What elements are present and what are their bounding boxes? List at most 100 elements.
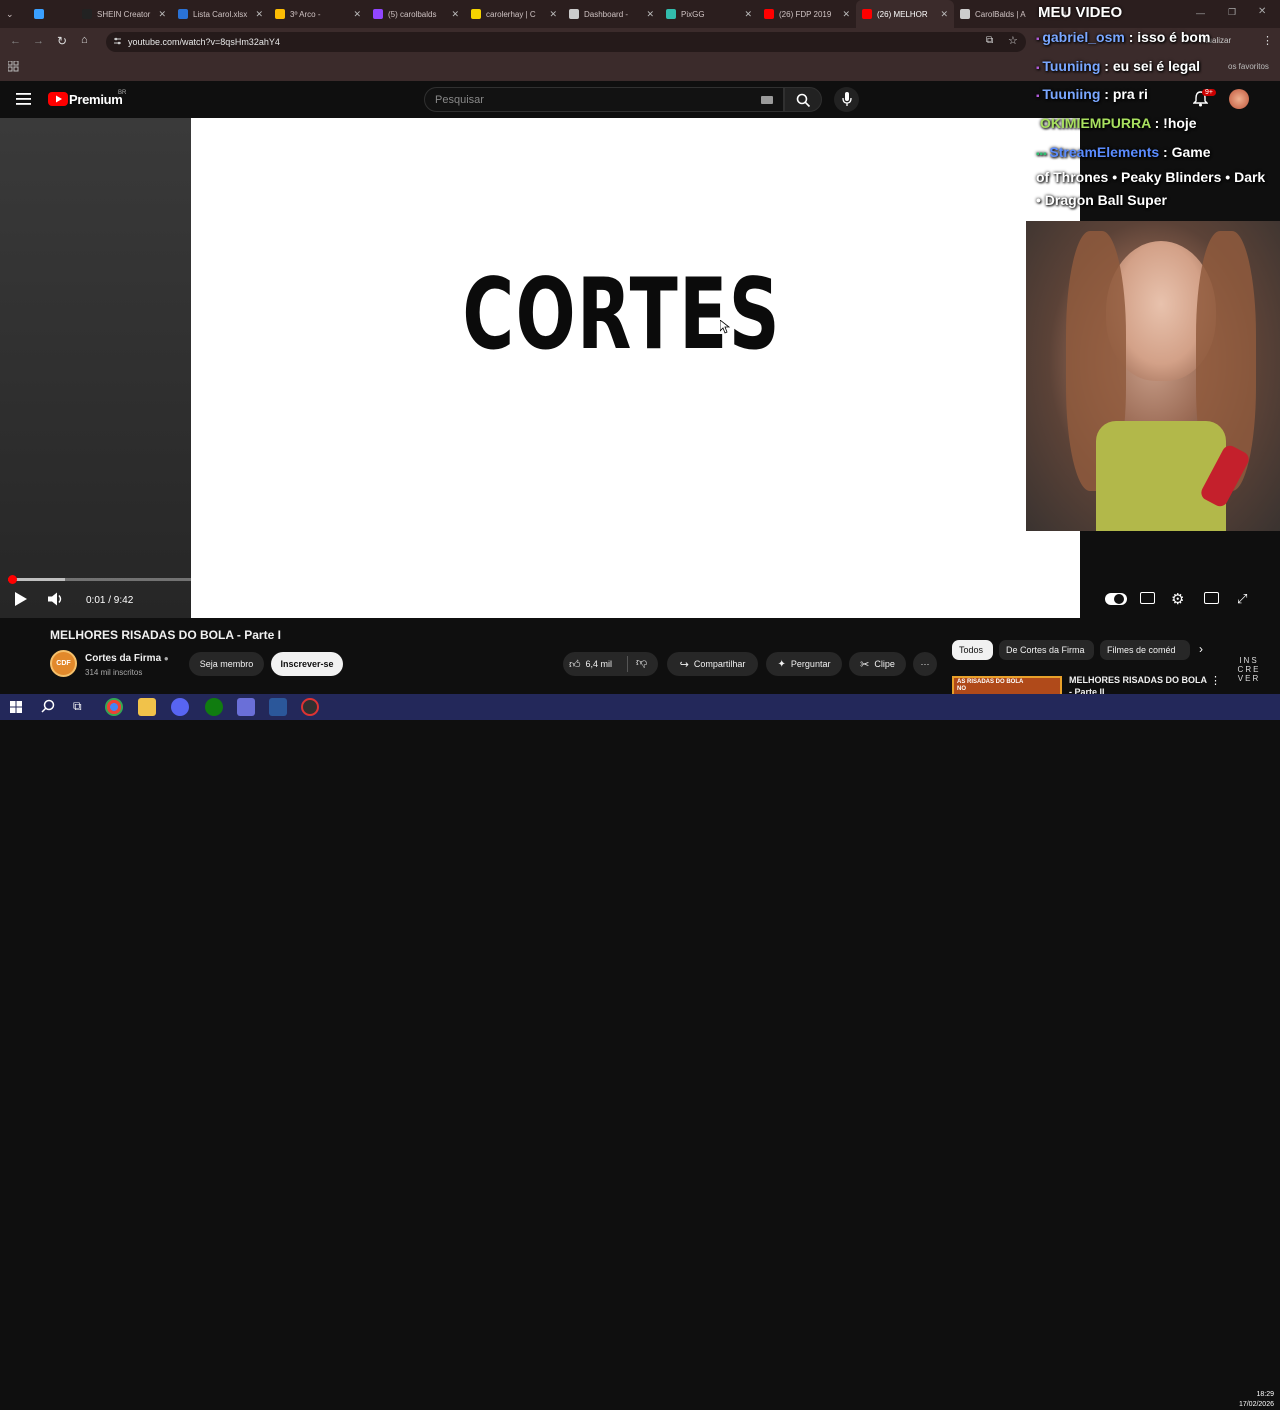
youtube-logo-icon[interactable] (48, 92, 68, 106)
file-explorer-taskbar-icon[interactable] (138, 698, 156, 716)
xbox-taskbar-icon[interactable] (205, 698, 223, 716)
site-info-icon[interactable] (113, 37, 122, 46)
ask-button[interactable]: ✦ Perguntar (766, 652, 842, 676)
related-video-thumbnail[interactable]: AS RISADAS DO BOLA NO (952, 676, 1062, 696)
minimize-button[interactable]: — (1196, 8, 1205, 18)
share-button[interactable]: ↪ Compartilhar (667, 652, 758, 676)
browser-tab[interactable]: Lista Carol.xlsx ✕ (172, 0, 269, 28)
tab-search-button[interactable]: ⌄ (0, 0, 28, 28)
discord-taskbar-icon[interactable] (171, 698, 189, 716)
tab-title: carolerhay | C (486, 9, 536, 19)
tab-close-icon[interactable]: ✕ (353, 9, 361, 20)
tab-close-icon[interactable]: ✕ (451, 9, 459, 20)
volume-icon[interactable] (48, 592, 65, 606)
tab-close-icon[interactable]: ✕ (158, 9, 166, 20)
browser-tab[interactable]: 3º Arco - ✕ (269, 0, 367, 28)
autoplay-toggle[interactable] (1105, 593, 1127, 605)
chat-message: ▪ Tuuniing : eu sei é legal (1036, 58, 1200, 74)
url-text: youtube.com/watch?v=8qsHm32ahY4 (128, 37, 280, 47)
settings-gear-icon[interactable]: ⚙ (1171, 590, 1184, 608)
home-icon[interactable]: ⌂ (81, 34, 88, 46)
chat-text: pra ri (1108, 86, 1148, 102)
tab-close-icon[interactable]: ✕ (842, 9, 850, 20)
browser-tab[interactable]: PixGG ✕ (660, 0, 758, 28)
channel-name[interactable]: Cortes da Firma ● (85, 653, 169, 664)
related-video-title[interactable]: MELHORES RISADAS DO BOLA - Parte II (1069, 674, 1209, 694)
play-button[interactable] (14, 591, 28, 607)
tab-favicon-icon (373, 9, 383, 19)
chat-text: isso é bom (1133, 29, 1211, 45)
tab-close-icon[interactable]: ✕ (549, 9, 557, 20)
apps-grid-icon[interactable] (8, 61, 19, 72)
browser-tab[interactable]: SHEIN Creator ✕ (76, 0, 172, 28)
word-taskbar-icon[interactable] (269, 698, 287, 716)
security-taskbar-icon[interactable] (237, 698, 255, 716)
maximize-button[interactable]: ❐ (1228, 7, 1236, 18)
browser-tab[interactable]: (5) carolbalds ✕ (367, 0, 465, 28)
fullscreen-icon[interactable]: ⤢ (1237, 591, 1247, 607)
reload-icon[interactable]: ↻ (57, 34, 67, 48)
tab-favicon-icon (666, 9, 676, 19)
browser-tab[interactable]: Dashboard - ✕ (563, 0, 660, 28)
clip-button[interactable]: ✂ Clipe (849, 652, 906, 676)
filter-chip[interactable]: Todos (952, 640, 993, 660)
tab-title: Lista Carol.xlsx (193, 9, 248, 19)
filter-chip[interactable]: De Cortes da Firma (999, 640, 1094, 660)
channel-avatar[interactable]: CDF (50, 650, 77, 677)
back-icon[interactable]: ← (10, 35, 21, 47)
chips-next-chevron-icon[interactable]: › (1199, 642, 1203, 656)
task-view-icon[interactable]: ⧉ (73, 699, 82, 714)
tab-close-icon[interactable]: ✕ (646, 9, 654, 20)
webcam-shirt (1096, 421, 1226, 531)
tab-close-icon[interactable]: ✕ (940, 9, 948, 20)
tab-title: (5) carolbalds (388, 9, 437, 19)
windows-start-icon[interactable] (10, 701, 22, 713)
video-frame[interactable]: CORTES (191, 118, 1080, 618)
keyboard-icon[interactable] (761, 96, 773, 104)
tab-favicon-icon (569, 9, 579, 19)
join-button[interactable]: Seja membro (189, 652, 264, 676)
subscribe-watermark[interactable]: INS CRE VER (1234, 656, 1264, 683)
like-icon[interactable]: 👍︎ (569, 658, 581, 671)
youtube-logo-label[interactable]: Premium (69, 92, 123, 107)
omnibox[interactable]: youtube.com/watch?v=8qsHm32ahY4 ⧉ ☆ (106, 32, 1026, 52)
bookmark-star-icon[interactable]: ☆ (1008, 34, 1018, 47)
tab-close-icon[interactable]: ✕ (744, 9, 752, 20)
more-actions-button[interactable]: ··· (913, 652, 937, 676)
hamburger-menu-icon[interactable] (16, 92, 32, 106)
mouse-cursor-icon (720, 320, 730, 334)
voice-search-button[interactable] (834, 87, 859, 112)
region-code: BR (118, 90, 127, 96)
browser-tab[interactable]: (26) MELHOR ✕ (856, 0, 954, 28)
taskbar-search-icon[interactable] (41, 699, 55, 713)
browser-tab[interactable]: (26) FDP 2019 ✕ (758, 0, 856, 28)
verified-icon: ● (163, 654, 169, 663)
chrome-taskbar-icon[interactable] (105, 698, 123, 716)
browser-tab[interactable]: carolerhay | C ✕ (465, 0, 563, 28)
search-button[interactable] (784, 87, 822, 112)
dislike-icon[interactable]: 👎︎ (636, 656, 647, 669)
search-placeholder: Pesquisar (435, 94, 484, 106)
browser-tab[interactable] (28, 0, 76, 28)
like-dislike-group: 👍︎ 6,4 mil 👎︎ (563, 652, 658, 676)
obs-taskbar-icon[interactable] (301, 698, 319, 716)
chat-text: eu sei é legal (1108, 58, 1201, 74)
install-app-icon[interactable]: ⧉ (986, 35, 993, 46)
related-more-icon[interactable]: ⋮ (1210, 674, 1221, 687)
subtitles-icon[interactable] (1140, 592, 1155, 604)
filter-chip[interactable]: Filmes de coméd (1100, 640, 1190, 660)
close-window-button[interactable]: ✕ (1258, 6, 1266, 17)
miniplayer-icon[interactable] (1204, 592, 1219, 604)
like-count[interactable]: 6,4 mil (586, 659, 613, 669)
search-box[interactable]: Pesquisar (424, 87, 784, 112)
taskbar-clock[interactable]: 18:29 17/02/2026 (1230, 1390, 1274, 1410)
tab-title: Dashboard - (584, 9, 629, 19)
progress-bar[interactable] (8, 575, 1072, 584)
tab-favicon-icon (34, 9, 44, 19)
tab-favicon-icon (178, 9, 188, 19)
player-letterbox (0, 118, 191, 618)
subscribe-button[interactable]: Inscrever-se (271, 652, 343, 676)
video-player[interactable]: CORTES 0:01 / 9:42 INS CRE VER ⚙ ⤢ (0, 118, 1258, 683)
forward-icon[interactable]: → (33, 35, 44, 47)
tab-close-icon[interactable]: ✕ (255, 9, 263, 20)
